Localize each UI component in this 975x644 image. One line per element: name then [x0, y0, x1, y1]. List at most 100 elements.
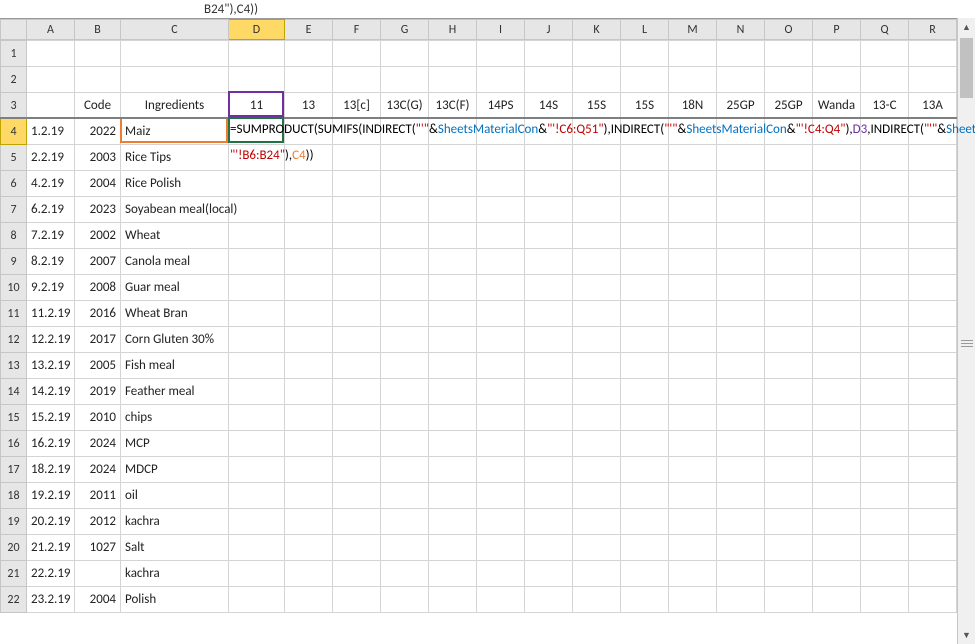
cell-K11[interactable] [573, 301, 621, 327]
cell-D6[interactable] [229, 171, 285, 197]
scroll-down-button[interactable]: ▼ [958, 626, 975, 644]
cell-A2[interactable] [27, 67, 75, 93]
cell-K15[interactable] [573, 405, 621, 431]
cell-B15[interactable]: 2010 [75, 405, 121, 431]
cell-L17[interactable] [621, 457, 669, 483]
cell-H10[interactable] [429, 275, 477, 301]
cell-P15[interactable] [813, 405, 861, 431]
cell-G7[interactable] [381, 197, 429, 223]
cell-M3[interactable]: 18N [669, 93, 717, 119]
cell-G8[interactable] [381, 223, 429, 249]
cell-K1[interactable] [573, 41, 621, 67]
cell-R3[interactable]: 13A [909, 93, 957, 119]
cell-O22[interactable] [765, 587, 813, 613]
cell-F7[interactable] [333, 197, 381, 223]
cell-I2[interactable] [477, 67, 525, 93]
cell-E16[interactable] [285, 431, 333, 457]
cell-M7[interactable] [669, 197, 717, 223]
cell-B4[interactable]: 2022 [75, 119, 121, 145]
cell-N22[interactable] [717, 587, 765, 613]
cell-N17[interactable] [717, 457, 765, 483]
select-all-corner[interactable] [1, 20, 27, 40]
cell-A4[interactable]: 1.2.19 [27, 119, 75, 145]
row-header-17[interactable]: 17 [1, 457, 27, 483]
cell-M11[interactable] [669, 301, 717, 327]
cell-O2[interactable] [765, 67, 813, 93]
row-header-11[interactable]: 11 [1, 301, 27, 327]
cell-P11[interactable] [813, 301, 861, 327]
cell-C10[interactable]: Guar meal [121, 275, 229, 301]
scroll-thumb[interactable] [960, 38, 973, 98]
cell-J7[interactable] [525, 197, 573, 223]
cell-A3[interactable] [27, 93, 75, 119]
cell-O12[interactable] [765, 327, 813, 353]
cell-F19[interactable] [333, 509, 381, 535]
cell-F18[interactable] [333, 483, 381, 509]
cell-Q8[interactable] [861, 223, 909, 249]
cell-B18[interactable]: 2011 [75, 483, 121, 509]
cell-C8[interactable]: Wheat [121, 223, 229, 249]
cell-O11[interactable] [765, 301, 813, 327]
cell-B9[interactable]: 2007 [75, 249, 121, 275]
cell-G5[interactable] [381, 145, 429, 171]
cell-P12[interactable] [813, 327, 861, 353]
cell-N16[interactable] [717, 431, 765, 457]
cell-Q15[interactable] [861, 405, 909, 431]
cell-Q18[interactable] [861, 483, 909, 509]
cell-A16[interactable]: 16.2.19 [27, 431, 75, 457]
col-header-J[interactable]: J [525, 20, 573, 40]
cell-B22[interactable]: 2004 [75, 587, 121, 613]
cell-O1[interactable] [765, 41, 813, 67]
cell-O15[interactable] [765, 405, 813, 431]
cell-N12[interactable] [717, 327, 765, 353]
cell-I8[interactable] [477, 223, 525, 249]
cell-C21[interactable]: kachra [121, 561, 229, 587]
cell-E10[interactable] [285, 275, 333, 301]
col-header-K[interactable]: K [573, 20, 621, 40]
cell-N11[interactable] [717, 301, 765, 327]
cell-G14[interactable] [381, 379, 429, 405]
cell-O4[interactable] [765, 119, 813, 145]
cell-F16[interactable] [333, 431, 381, 457]
cell-C17[interactable]: MDCP [121, 457, 229, 483]
cell-K20[interactable] [573, 535, 621, 561]
cell-K10[interactable] [573, 275, 621, 301]
cell-L13[interactable] [621, 353, 669, 379]
row-header-1[interactable]: 1 [1, 41, 27, 67]
cell-I20[interactable] [477, 535, 525, 561]
col-header-L[interactable]: L [621, 20, 669, 40]
cell-I12[interactable] [477, 327, 525, 353]
cell-D13[interactable] [229, 353, 285, 379]
cell-L10[interactable] [621, 275, 669, 301]
cell-H16[interactable] [429, 431, 477, 457]
cell-B2[interactable] [75, 67, 121, 93]
cell-P1[interactable] [813, 41, 861, 67]
cell-A11[interactable]: 11.2.19 [27, 301, 75, 327]
cell-B17[interactable]: 2024 [75, 457, 121, 483]
cell-P2[interactable] [813, 67, 861, 93]
cell-G17[interactable] [381, 457, 429, 483]
cell-I1[interactable] [477, 41, 525, 67]
cell-B14[interactable]: 2019 [75, 379, 121, 405]
cell-R18[interactable] [909, 483, 957, 509]
cell-H14[interactable] [429, 379, 477, 405]
cell-C12[interactable]: Corn Gluten 30% [121, 327, 229, 353]
cell-C2[interactable] [121, 67, 229, 93]
cell-E17[interactable] [285, 457, 333, 483]
cell-P7[interactable] [813, 197, 861, 223]
cell-R19[interactable] [909, 509, 957, 535]
cell-D10[interactable] [229, 275, 285, 301]
col-header-N[interactable]: N [717, 20, 765, 40]
row-header-10[interactable]: 10 [1, 275, 27, 301]
cell-O13[interactable] [765, 353, 813, 379]
cell-J10[interactable] [525, 275, 573, 301]
scroll-track[interactable] [958, 36, 975, 626]
cell-P16[interactable] [813, 431, 861, 457]
cell-H5[interactable] [429, 145, 477, 171]
cell-I18[interactable] [477, 483, 525, 509]
cell-M22[interactable] [669, 587, 717, 613]
cell-R22[interactable] [909, 587, 957, 613]
cell-C6[interactable]: Rice Polish [121, 171, 229, 197]
cell-F3[interactable]: 13[c] [333, 93, 381, 119]
cell-D5[interactable] [229, 145, 285, 171]
